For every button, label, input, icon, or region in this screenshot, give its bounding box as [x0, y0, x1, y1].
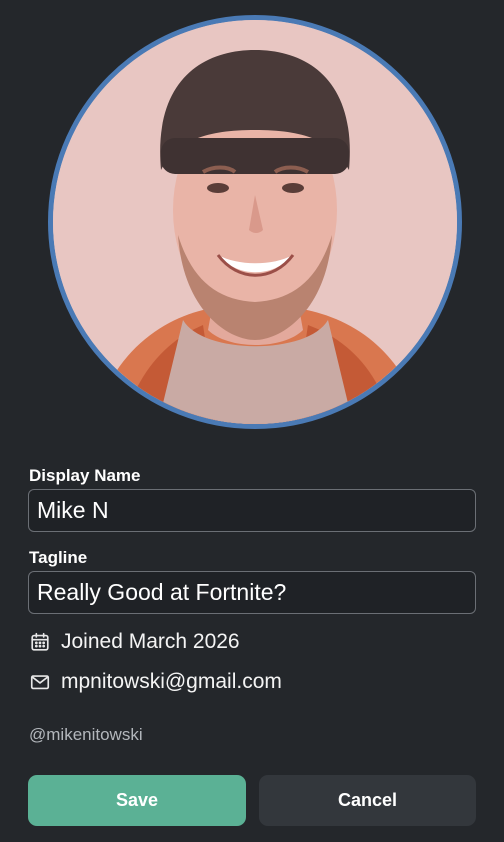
tagline-input[interactable]: [28, 571, 476, 614]
cancel-button[interactable]: Cancel: [259, 775, 476, 826]
save-button[interactable]: Save: [28, 775, 246, 826]
avatar-photo: [53, 20, 457, 424]
mail-icon: [29, 671, 51, 693]
calendar-icon: [29, 631, 51, 653]
profile-edit-panel: Display Name Tagline Joined March 2026: [0, 0, 504, 842]
tagline-label: Tagline: [29, 548, 88, 567]
avatar[interactable]: [48, 15, 462, 429]
email-text: mpnitowski@gmail.com: [61, 670, 282, 693]
joined-date-text: Joined March 2026: [61, 630, 240, 653]
display-name-label: Display Name: [29, 466, 141, 485]
username-handle: @mikenitowski: [29, 725, 143, 744]
display-name-input[interactable]: [28, 489, 476, 532]
joined-date-row: Joined March 2026: [29, 628, 240, 656]
email-row: mpnitowski@gmail.com: [29, 668, 282, 696]
